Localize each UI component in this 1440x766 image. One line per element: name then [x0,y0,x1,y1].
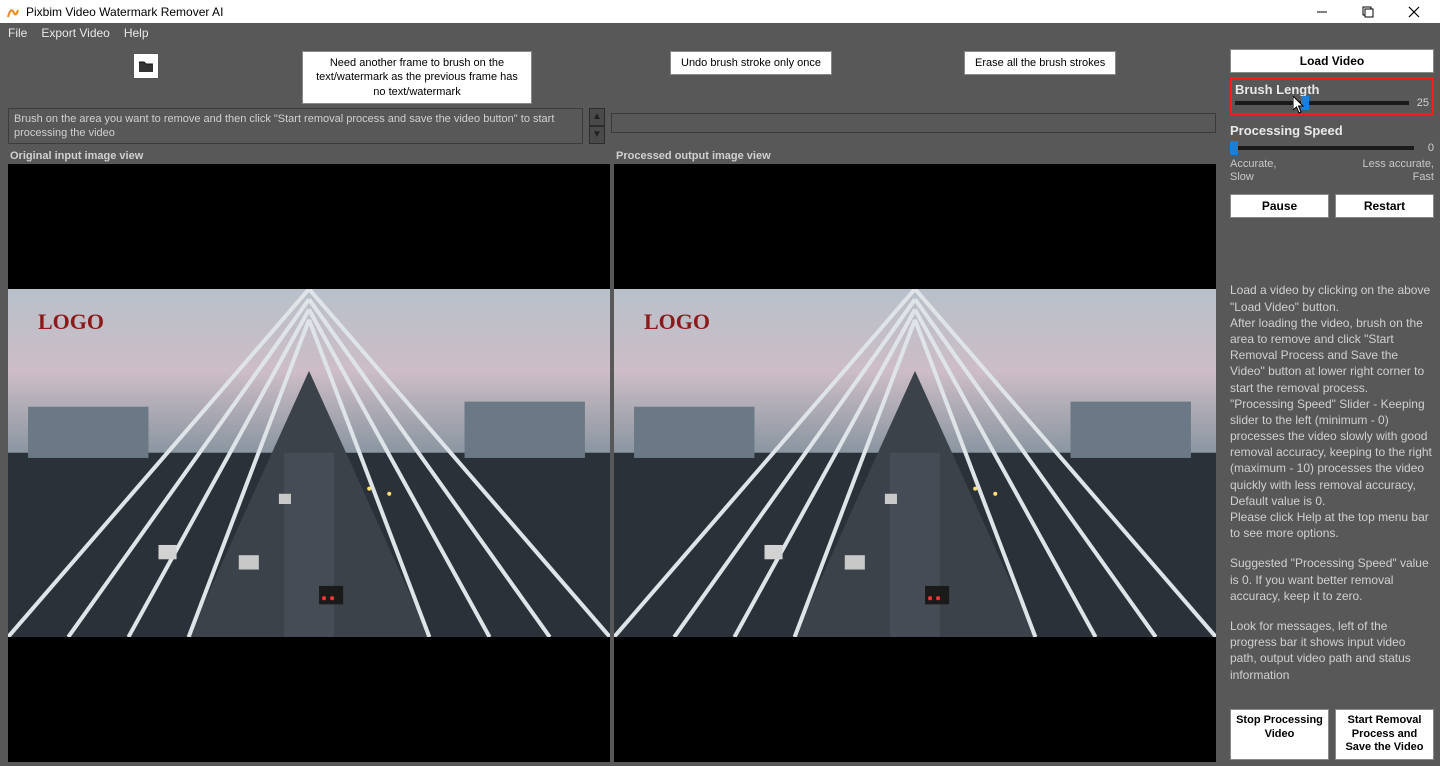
bottom-buttons: Stop Processing Video Start Removal Proc… [1230,709,1434,760]
spinner-up-icon[interactable]: ▲ [589,108,605,126]
stop-processing-button[interactable]: Stop Processing Video [1230,709,1329,760]
instruction-text: Brush on the area you want to remove and… [8,108,583,144]
load-video-button[interactable]: Load Video [1230,49,1434,73]
processed-image: LOGO [614,289,1216,637]
content: Need another frame to brush on the text/… [0,43,1440,766]
help-paragraph-2: Suggested "Processing Speed" value is 0.… [1230,555,1434,604]
processed-view-header: Processed output image view [614,148,1216,164]
help-paragraph-3: Look for messages, left of the progress … [1230,618,1434,683]
menu-export-video[interactable]: Export Video [41,26,110,40]
original-image: LOGO [8,289,610,637]
spinner-down-icon[interactable]: ▼ [589,126,605,144]
brush-length-value: 25 [1413,97,1429,109]
app-title: Pixbim Video Watermark Remover AI [26,5,1296,19]
app-logo-icon [6,5,20,19]
brush-length-slider-thumb[interactable] [1301,96,1309,110]
less-accurate-fast-label: Less accurate, Fast [1362,158,1434,184]
menubar: File Export Video Help [0,23,1440,43]
original-view: Original input image view [8,148,610,762]
processing-speed-value: 0 [1418,142,1434,154]
pause-button[interactable]: Pause [1230,194,1329,218]
brush-length-highlight: Brush Length 25 [1230,77,1434,115]
undo-brush-button[interactable]: Undo brush stroke only once [670,51,832,75]
help-paragraph-1: Load a video by clicking on the above "L… [1230,282,1434,541]
main-area: Need another frame to brush on the text/… [0,43,1224,766]
brush-length-slider[interactable] [1235,101,1409,105]
processing-speed-slider[interactable] [1230,146,1414,150]
watermark-logo-text-output: LOGO [644,309,710,335]
progress-bar [611,113,1216,133]
menu-file[interactable]: File [8,26,27,40]
minimize-button[interactable] [1302,0,1342,23]
close-button[interactable] [1394,0,1434,23]
spinner[interactable]: ▲ ▼ [589,108,605,144]
help-text: Load a video by clicking on the above "L… [1230,282,1434,704]
processed-view: Processed output image view [614,148,1216,762]
processing-speed-slider-thumb[interactable] [1230,141,1238,155]
instruction-row: Brush on the area you want to remove and… [4,108,1220,144]
watermark-logo-text: LOGO [38,309,104,335]
start-removal-button[interactable]: Start Removal Process and Save the Video [1335,709,1434,760]
restart-button[interactable]: Restart [1335,194,1434,218]
toolbar-row: Need another frame to brush on the text/… [4,47,1220,104]
menu-help[interactable]: Help [124,26,149,40]
views-row: Original input image view [4,148,1220,762]
accurate-slow-label: Accurate, Slow [1230,158,1276,184]
brush-length-label: Brush Length [1235,82,1429,97]
speed-labels: Accurate, Slow Less accurate, Fast [1230,158,1434,184]
erase-all-brush-button[interactable]: Erase all the brush strokes [964,51,1116,75]
right-panel: Load Video Brush Length 25 Processing Sp… [1224,43,1440,766]
original-view-header: Original input image view [8,148,610,164]
processing-speed-label: Processing Speed [1230,123,1434,138]
processed-canvas: LOGO [614,164,1216,762]
original-canvas[interactable]: LOGO [8,164,610,762]
open-file-button[interactable] [133,53,159,79]
need-another-frame-button[interactable]: Need another frame to brush on the text/… [302,51,532,104]
titlebar: Pixbim Video Watermark Remover AI [0,0,1440,23]
maximize-button[interactable] [1348,0,1388,23]
